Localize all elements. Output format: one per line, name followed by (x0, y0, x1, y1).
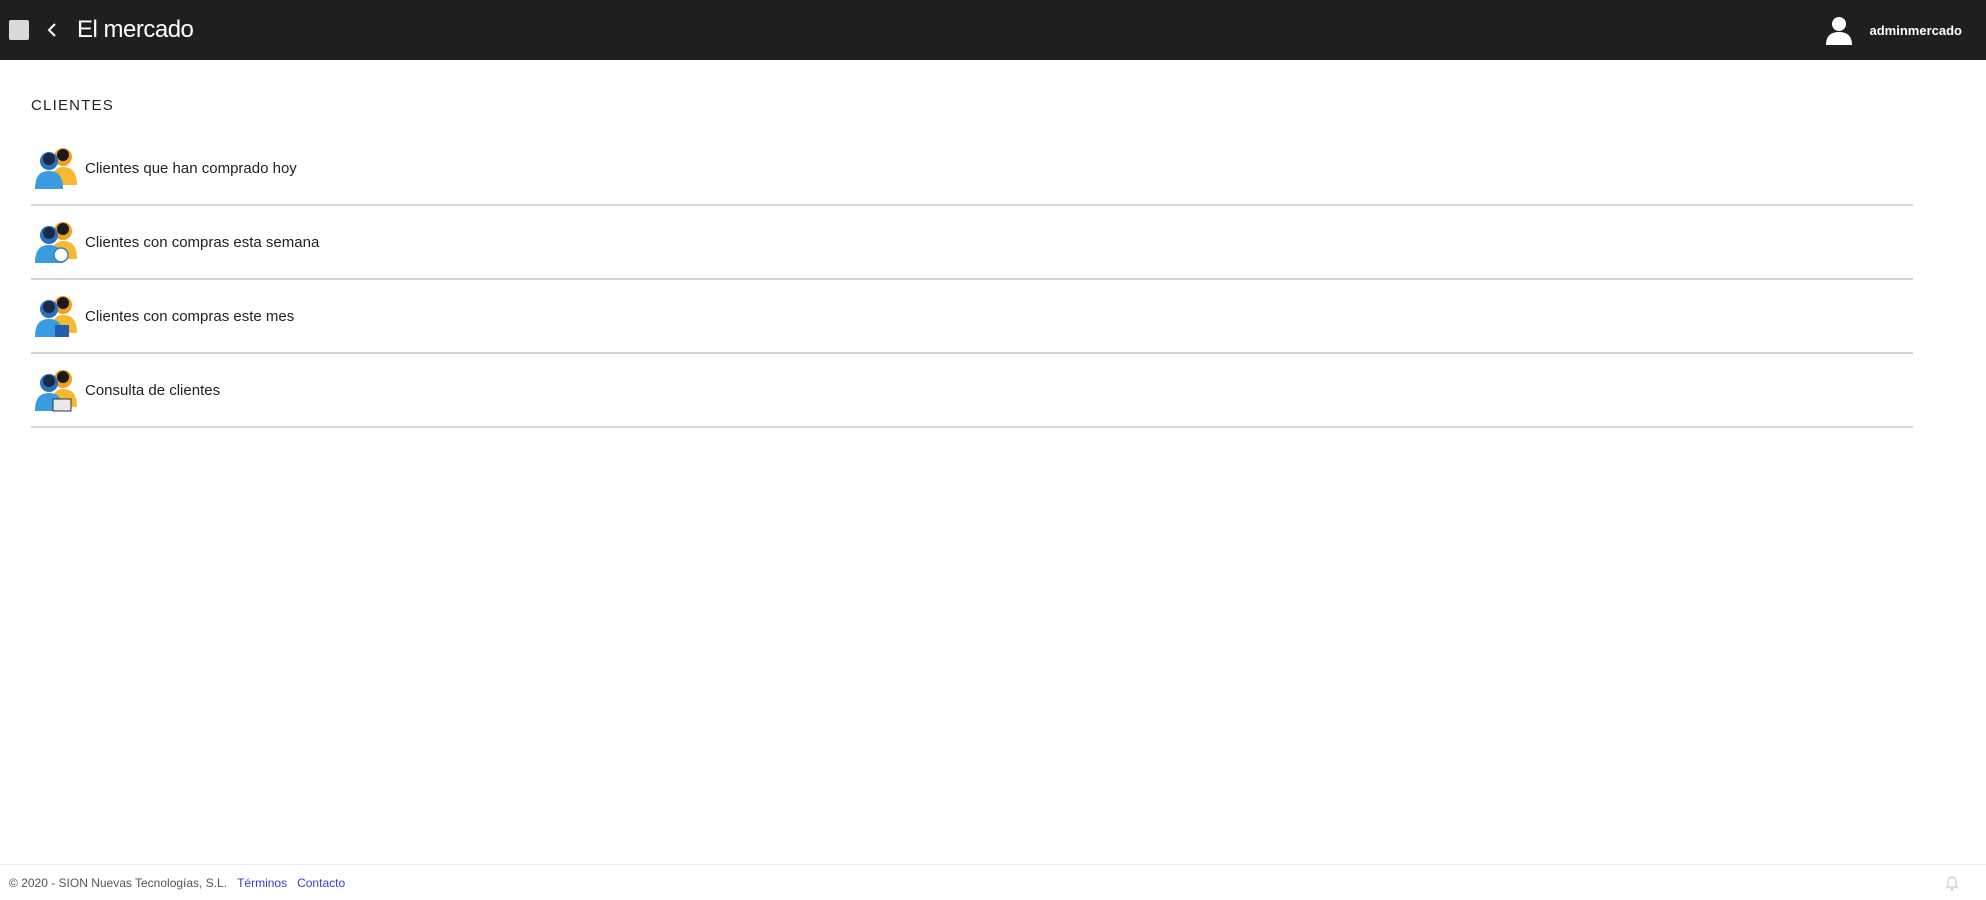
footer: © 2020 - SION Nuevas Tecnologías, S.L. T… (0, 864, 1986, 900)
users-group-icon (35, 370, 77, 412)
list-item-clients-today[interactable]: Clientes que han comprado hoy (31, 132, 1913, 206)
users-group-icon (35, 222, 77, 263)
list-item-label: Clientes con compras este mes (85, 307, 295, 325)
list-item-label: Clientes que han comprado hoy (85, 159, 297, 177)
terms-link[interactable]: Términos (237, 876, 287, 890)
menu-square-icon[interactable] (9, 20, 29, 40)
main-content: CLIENTES Clientes que han comprado hoy C… (31, 60, 1913, 428)
chevron-left-icon (47, 23, 56, 37)
list-item-clients-month[interactable]: Clientes con compras este mes (31, 280, 1913, 354)
user-menu[interactable]: adminmercado (1824, 0, 1962, 60)
list-item-label: Clientes con compras esta semana (85, 233, 320, 251)
copyright-text: © 2020 - SION Nuevas Tecnologías, S.L. (9, 875, 228, 890)
bell-icon[interactable] (1944, 875, 1960, 891)
users-group-icon (35, 148, 77, 189)
contact-link[interactable]: Contacto (297, 876, 345, 890)
top-bar: El mercado adminmercado (0, 0, 1986, 60)
list-item-clients-search[interactable]: Consulta de clientes (31, 354, 1913, 428)
users-group-icon (35, 296, 77, 337)
back-button[interactable] (41, 18, 63, 42)
app-title: El mercado (77, 16, 194, 43)
section-title: CLIENTES (31, 97, 114, 114)
clients-list: Clientes que han comprado hoy Clientes c… (31, 132, 1913, 428)
user-icon (1825, 17, 1852, 45)
username: adminmercado (1869, 22, 1962, 38)
list-item-clients-week[interactable]: Clientes con compras esta semana (31, 206, 1913, 280)
list-item-label: Consulta de clientes (85, 381, 221, 399)
